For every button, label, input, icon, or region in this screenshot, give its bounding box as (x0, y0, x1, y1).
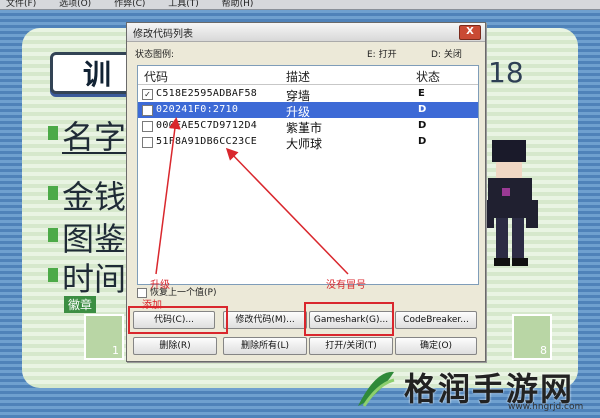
cheat-code: 51F8A91DB6CC23CE (156, 136, 258, 147)
watermark-logo-icon (358, 371, 395, 407)
column-desc[interactable]: 描述 (286, 68, 310, 85)
modify-code-button[interactable]: 修改代码(M)... (223, 311, 307, 329)
badge-label: 徽章 (64, 296, 97, 313)
legend-label: 状态图例: (135, 50, 175, 60)
codebreaker-button[interactable]: CodeBreaker... (395, 311, 477, 329)
menu-options[interactable]: 选项(O) (59, 0, 91, 9)
table-row[interactable]: 020241F0:2710 升级 D (138, 102, 478, 119)
label-time: 时间 (62, 260, 127, 298)
column-state[interactable]: 状态 (416, 68, 440, 85)
table-row[interactable]: ✓ C518E2595ADBAF58 穿墙 E (138, 86, 478, 103)
cheat-code: 000FAE5C7D9712D4 (156, 120, 258, 131)
badge-card-right: 8 (512, 314, 552, 360)
legend-off: D: 关闭 (431, 50, 462, 60)
cheat-state: D (418, 136, 427, 147)
delete-button[interactable]: 删除(R) (133, 337, 217, 355)
cheat-code: C518E2595ADBAF58 (156, 88, 258, 99)
bullet-icon (48, 186, 58, 200)
table-row[interactable]: 51F8A91DB6CC23CE 大师球 D (138, 134, 478, 151)
checkbox-icon[interactable] (142, 105, 153, 116)
dialog-title: 修改代码列表 (133, 29, 193, 40)
annotation-upgrade: 升级 (150, 280, 170, 291)
checkbox-icon[interactable]: ✓ (142, 89, 153, 100)
cheat-state: D (418, 120, 427, 131)
checkbox-icon[interactable] (142, 137, 153, 148)
cheat-list[interactable]: 代码 描述 状态 ✓ C518E2595ADBAF58 穿墙 E 020241F0:27… (137, 65, 479, 285)
dialog-titlebar[interactable]: 修改代码列表 X (127, 23, 485, 42)
menubar: 文件(F) 选项(O) 作弊(C) 工具(T) 帮助(H) (0, 0, 600, 10)
bullet-icon (48, 268, 58, 282)
toggle-button[interactable]: 打开/关闭(T) (309, 337, 393, 355)
cheat-state: E (418, 88, 425, 99)
badge-card-left: 1 (84, 314, 124, 360)
trainer-sprite-icon (482, 140, 538, 266)
highlight-gameshark-button (304, 302, 394, 336)
legend-on: E: 打开 (367, 50, 397, 60)
close-button[interactable]: X (459, 25, 481, 40)
checkbox-icon[interactable] (142, 121, 153, 132)
annotation-no-colon: 没有冒号 (326, 280, 366, 291)
label-money: 金钱 (62, 178, 127, 216)
list-header: 代码 描述 状态 (138, 66, 478, 85)
menu-help[interactable]: 帮助(H) (222, 0, 254, 9)
table-row[interactable]: 000FAE5C7D9712D4 紫堇市 D (138, 118, 478, 135)
menu-cheats[interactable]: 作弊(C) (114, 0, 145, 9)
close-icon: X (466, 26, 474, 37)
cheat-code: 020241F0:2710 (156, 104, 239, 115)
cheat-description: 大师球 (286, 137, 323, 151)
trainer-id: 18 (488, 56, 524, 89)
menu-tools[interactable]: 工具(T) (168, 0, 199, 9)
watermark-url: www.hngrjd.com (508, 402, 584, 412)
ok-button[interactable]: 确定(O) (395, 337, 477, 355)
name-underline (62, 152, 128, 154)
menu-file[interactable]: 文件(F) (6, 0, 36, 9)
column-code[interactable]: 代码 (144, 68, 168, 85)
bullet-icon (48, 228, 58, 242)
delete-all-button[interactable]: 删除所有(L) (223, 337, 307, 355)
bullet-icon (48, 126, 58, 140)
cheat-state: D (418, 104, 427, 115)
annotation-add: 添加 (142, 300, 162, 311)
